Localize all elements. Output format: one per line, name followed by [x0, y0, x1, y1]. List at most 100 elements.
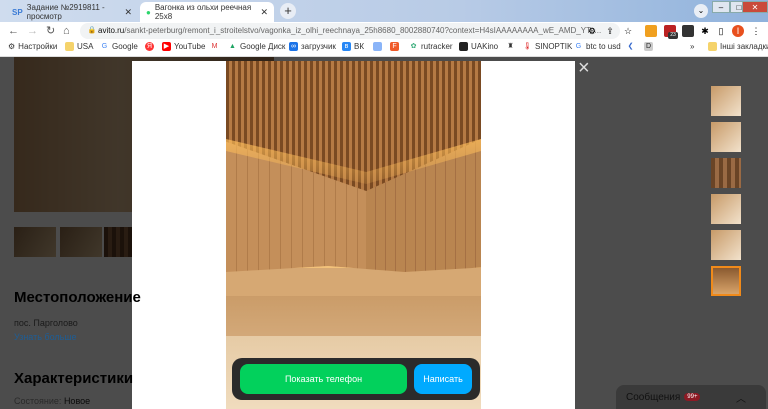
- tab-label: Задание №2919811 - просмотр: [26, 3, 105, 21]
- forward-icon[interactable]: →: [27, 22, 38, 40]
- bookmark-label: USA: [77, 42, 94, 51]
- sauna-photo: [226, 61, 481, 409]
- bookmark-google-drive[interactable]: ▲ Google Диск: [228, 42, 285, 51]
- avito-icon: ●: [146, 7, 151, 17]
- extension-icon[interactable]: [645, 25, 657, 37]
- bookmark-label: Інші закладки: [720, 42, 768, 51]
- f-icon: F: [390, 42, 399, 51]
- home-icon[interactable]: ⌂: [63, 22, 70, 40]
- viewer-thumbnail[interactable]: [711, 86, 741, 116]
- site-settings-icon[interactable]: ⚙: [586, 25, 598, 37]
- close-icon[interactable]: ✕: [260, 7, 268, 18]
- bookmark-label: Настройки: [18, 42, 58, 51]
- viewer-thumbnail[interactable]: [711, 122, 741, 152]
- tab-task[interactable]: SP Задание №2919811 - просмотр ✕: [6, 2, 138, 22]
- menu-icon[interactable]: ⋮: [750, 25, 762, 37]
- bookmark-chess[interactable]: ♜: [506, 42, 515, 51]
- thermometer-icon: 🌡: [523, 43, 532, 50]
- dc-icon: D: [644, 42, 653, 51]
- bookmark-btc[interactable]: Gbtc to usd: [574, 42, 621, 51]
- new-tab-button[interactable]: +: [280, 3, 296, 19]
- learn-more-link[interactable]: Узнать больше: [14, 332, 77, 342]
- bookmark-uakino[interactable]: UAKino: [459, 42, 498, 51]
- profile-avatar[interactable]: I: [732, 25, 744, 37]
- bookmark-arrow[interactable]: ❮: [626, 42, 635, 51]
- tab-avito[interactable]: ● Вагонка из ольхи реечная 25x8 ✕: [140, 2, 274, 22]
- viewer-thumbnail[interactable]: [711, 230, 741, 260]
- gmail-icon: M: [211, 43, 218, 50]
- bookmark-label: ВК: [354, 42, 364, 51]
- translate-icon: [373, 42, 382, 51]
- vk-icon: в: [342, 42, 351, 51]
- google-icon: G: [575, 43, 582, 50]
- bookmark-label: UAKino: [471, 42, 499, 51]
- bookmark-settings[interactable]: ⚙ Настройки: [8, 42, 57, 51]
- condition-value: Новое: [63, 396, 91, 406]
- sp-icon: SP: [12, 7, 23, 17]
- arrow-icon: ❮: [627, 43, 634, 50]
- bookmark-youtube[interactable]: ▶ YouTube: [162, 42, 205, 51]
- messages-badge: 99+: [684, 393, 701, 401]
- bookmark-google[interactable]: G Google: [100, 42, 138, 51]
- close-icon[interactable]: ✕: [124, 7, 132, 18]
- bookmark-label: SINOPTIK: [535, 42, 573, 51]
- gear-icon: ⚙: [8, 42, 16, 51]
- extension-badge: 23: [668, 32, 678, 39]
- bookmark-label: загрузчик: [301, 42, 336, 51]
- url-input[interactable]: avito.ru/sankt-peterburg/remont_i_stroit…: [80, 23, 620, 39]
- write-message-button[interactable]: Написать: [414, 364, 472, 394]
- other-bookmarks[interactable]: Інші закладки: [708, 42, 768, 51]
- messages-label: Сообщения: [626, 391, 681, 403]
- extension-icon[interactable]: [682, 25, 694, 37]
- share-icon[interactable]: ⇪: [604, 25, 616, 37]
- drive-icon: ▲: [229, 43, 236, 50]
- star-icon[interactable]: ☆: [622, 25, 634, 37]
- bookmark-label: YouTube: [174, 42, 206, 51]
- bookmark-downloader[interactable]: ∞ загрузчик: [289, 42, 336, 51]
- back-icon[interactable]: ←: [8, 22, 19, 40]
- bookmark-f[interactable]: F: [390, 42, 399, 51]
- close-window-button[interactable]: ✕: [742, 1, 768, 13]
- lock-icon: 🔒: [87, 27, 97, 34]
- bookmark-sinoptik[interactable]: 🌡 SINOPTIK: [523, 42, 572, 51]
- location-text: пос. Парголово: [14, 318, 78, 328]
- bookmark-label: btc to usd: [586, 42, 621, 51]
- bookmark-label: Google: [112, 42, 138, 51]
- chevron-up-icon[interactable]: ︿: [736, 390, 746, 405]
- rutracker-icon: ✿: [410, 43, 417, 50]
- bookmark-rutracker[interactable]: ✿ rutracker: [409, 42, 453, 51]
- viewer-thumbnail-selected[interactable]: [711, 266, 741, 296]
- uakino-icon: [459, 42, 468, 51]
- close-icon[interactable]: ×: [578, 57, 590, 80]
- bookmark-translate[interactable]: [373, 42, 382, 51]
- show-phone-button[interactable]: Показать телефон: [240, 364, 407, 394]
- youtube-icon: ▶: [162, 42, 171, 51]
- folder-icon: [65, 42, 74, 51]
- tab-search-icon[interactable]: ⌄: [694, 4, 708, 18]
- viewer-thumbnail[interactable]: [711, 194, 741, 224]
- more-bookmarks-icon[interactable]: »: [690, 42, 694, 51]
- google-icon: G: [101, 43, 108, 50]
- chess-icon: ♜: [507, 43, 514, 50]
- condition-label: Состояние:: [14, 396, 62, 406]
- tab-bar: SP Задание №2919811 - просмотр ✕ ● Вагонка …: [0, 0, 768, 22]
- downloader-icon: ∞: [289, 42, 298, 51]
- bookmark-usa[interactable]: USA: [65, 42, 93, 51]
- messages-panel[interactable]: Сообщения 99+ ︿: [616, 385, 766, 409]
- specs-heading: Характеристики: [14, 370, 134, 387]
- minimize-button[interactable]: –: [712, 1, 730, 13]
- reload-icon[interactable]: ↻: [46, 22, 55, 40]
- sidepanel-icon[interactable]: ▯: [715, 25, 727, 37]
- location-heading: Местоположение: [14, 289, 141, 306]
- bookmark-dc[interactable]: D: [644, 42, 653, 51]
- bookmark-label: rutracker: [421, 42, 453, 51]
- bookmark-gmail[interactable]: M: [210, 42, 219, 51]
- bookmark-yandex[interactable]: Я: [145, 42, 154, 51]
- bookmark-vk[interactable]: в ВК: [342, 42, 364, 51]
- viewer-thumbnail[interactable]: [711, 158, 741, 188]
- puzzle-icon[interactable]: ✱: [699, 25, 711, 37]
- tab-label: Вагонка из ольхи реечная 25x8: [154, 3, 252, 21]
- yandex-icon: Я: [145, 42, 154, 51]
- condition-row: Состояние: Новое: [14, 396, 90, 406]
- bookmark-label: Google Диск: [240, 42, 286, 51]
